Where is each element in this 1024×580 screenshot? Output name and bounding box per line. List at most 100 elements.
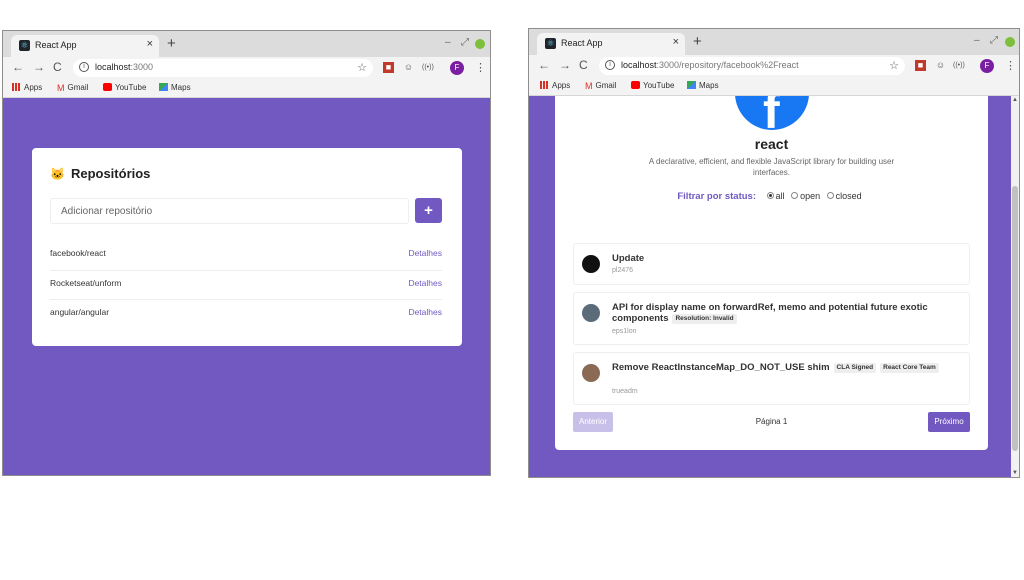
youtube-icon [103, 83, 112, 91]
bookmark-maps[interactable]: Maps [687, 81, 719, 90]
back-icon[interactable]: ← [12, 60, 24, 74]
repository-list: facebook/react Detalhes Rocketseat/unfor… [50, 241, 442, 328]
address-bar[interactable]: i localhost:3000/repository/facebook%2Fr… [599, 57, 905, 75]
add-repository-input[interactable] [50, 198, 409, 224]
bookmark-star-icon[interactable]: ☆ [889, 59, 899, 72]
issue-title[interactable]: Remove ReactInstanceMap_DO_NOT_USE shim C… [612, 362, 962, 373]
scroll-up-icon[interactable]: ▲ [1012, 97, 1018, 103]
tab-close-icon[interactable]: × [673, 36, 679, 48]
bookmark-gmail[interactable]: M Gmail [585, 81, 616, 91]
info-icon[interactable]: i [605, 60, 615, 70]
issue-item[interactable]: Update pl2476 [573, 243, 970, 285]
ghost-extension-icon[interactable]: ☺ [935, 60, 946, 71]
page-background: f react A declarative, efficient, and fl… [529, 96, 1019, 477]
gmail-icon: M [585, 81, 593, 91]
list-item: facebook/react Detalhes [50, 241, 442, 270]
minimize-icon[interactable]: – [974, 35, 980, 46]
ghost-extension-icon[interactable]: ☺ [403, 62, 414, 73]
tab-title: React App [35, 40, 77, 50]
issue-author: pl2476 [612, 267, 634, 274]
tab-close-icon[interactable]: × [147, 38, 153, 50]
bookmark-gmail[interactable]: M Gmail [57, 83, 88, 93]
filter-label: Filtrar por status: [677, 191, 757, 202]
filter-option-all[interactable]: all [766, 191, 785, 201]
issue-item[interactable]: API for display name on forwardRef, memo… [573, 292, 970, 345]
maps-icon [687, 81, 696, 89]
forward-icon[interactable]: → [559, 58, 571, 72]
issue-label: CLA Signed [833, 363, 877, 373]
bookmark-star-icon[interactable]: ☆ [357, 61, 367, 74]
address-bar[interactable]: i localhost:3000 ☆ [73, 59, 373, 77]
issue-label: React Core Team [880, 363, 939, 373]
bookmark-apps[interactable]: Apps [12, 83, 42, 92]
issue-author: eps1lon [612, 328, 637, 335]
new-tab-button[interactable]: + [167, 36, 176, 51]
window-close-icon[interactable] [1005, 37, 1015, 47]
extension-icon[interactable]: ■ [915, 60, 926, 71]
next-page-button[interactable]: Próximo [928, 412, 970, 432]
info-icon[interactable]: i [79, 62, 89, 72]
new-tab-button[interactable]: + [693, 34, 702, 49]
maps-icon [159, 83, 168, 91]
filter-option-closed[interactable]: closed [826, 191, 862, 201]
issue-item[interactable]: Remove ReactInstanceMap_DO_NOT_USE shim C… [573, 352, 970, 405]
apps-grid-icon [540, 81, 549, 89]
avatar [582, 304, 600, 322]
radio-icon[interactable] [766, 192, 774, 199]
youtube-icon [631, 81, 640, 89]
avatar [582, 364, 600, 382]
avatar [582, 255, 600, 273]
issue-label: Resolution: Invalid [672, 314, 737, 324]
pagination: Anterior Página 1 Próximo [573, 412, 970, 432]
browser-tab[interactable]: ⚛ React App × [11, 35, 159, 57]
browser-window-repository: ⚛ React App × + – ⤢ ← → C i localhost:30… [528, 28, 1020, 478]
issue-title[interactable]: API for display name on forwardRef, memo… [612, 302, 962, 324]
profile-avatar[interactable]: F [980, 59, 994, 73]
github-icon: 🐱 [50, 167, 65, 181]
owner-avatar-facebook-icon: f [735, 96, 809, 130]
minimize-icon[interactable]: – [445, 37, 451, 48]
bookmarks-bar: Apps M Gmail YouTube Maps [529, 77, 1019, 96]
browser-toolbar: ← → C i localhost:3000/repository/facebo… [529, 55, 1019, 77]
extension-icon[interactable]: ■ [383, 62, 394, 73]
issue-title[interactable]: Update [612, 253, 962, 264]
browser-toolbar: ← → C i localhost:3000 ☆ ■ ☺ ((•)) F ⋮ [3, 57, 490, 79]
details-link[interactable]: Detalhes [408, 278, 442, 288]
browser-window-home: ⚛ React App × + – ⤢ ← → C i localhost:30… [2, 30, 491, 476]
scrollbar[interactable]: ▲ ▼ [1011, 96, 1019, 477]
bookmark-maps[interactable]: Maps [159, 83, 191, 92]
bookmark-youtube[interactable]: YouTube [103, 83, 146, 92]
filter-option-open[interactable]: open [791, 191, 820, 201]
page-background: 🐱Repositórios + facebook/react Detalhes … [3, 98, 490, 475]
menu-icon[interactable]: ⋮ [475, 61, 486, 74]
add-repository-button[interactable]: + [415, 198, 442, 223]
scrollbar-thumb[interactable] [1012, 186, 1018, 451]
details-link[interactable]: Detalhes [408, 248, 442, 258]
repository-card: f react A declarative, efficient, and fl… [555, 96, 988, 450]
scroll-down-icon[interactable]: ▼ [1012, 470, 1018, 476]
repository-name: Rocketseat/unform [50, 278, 122, 288]
apps-grid-icon [12, 83, 21, 91]
status-filter: Filtrar por status: all open closed [555, 191, 988, 202]
window-close-icon[interactable] [475, 39, 485, 49]
details-link[interactable]: Detalhes [408, 307, 442, 317]
profile-avatar[interactable]: F [450, 61, 464, 75]
maximize-icon[interactable]: ⤢ [461, 37, 469, 48]
gmail-icon: M [57, 83, 65, 93]
react-favicon-icon: ⚛ [545, 38, 556, 49]
menu-icon[interactable]: ⋮ [1005, 59, 1016, 72]
issue-author: trueadm [612, 388, 638, 395]
radio-icon[interactable] [826, 192, 834, 199]
radio-icon[interactable] [791, 192, 799, 199]
forward-icon[interactable]: → [33, 60, 45, 74]
broadcast-extension-icon[interactable]: ((•)) [422, 62, 434, 73]
browser-tab[interactable]: ⚛ React App × [537, 33, 685, 55]
reload-icon[interactable]: C [579, 58, 588, 72]
bookmarks-bar: Apps M Gmail YouTube Maps [3, 79, 490, 98]
broadcast-extension-icon[interactable]: ((•)) [953, 60, 965, 71]
reload-icon[interactable]: C [53, 60, 62, 74]
bookmark-apps[interactable]: Apps [540, 81, 570, 90]
back-icon[interactable]: ← [538, 58, 550, 72]
maximize-icon[interactable]: ⤢ [990, 35, 998, 46]
bookmark-youtube[interactable]: YouTube [631, 81, 674, 90]
